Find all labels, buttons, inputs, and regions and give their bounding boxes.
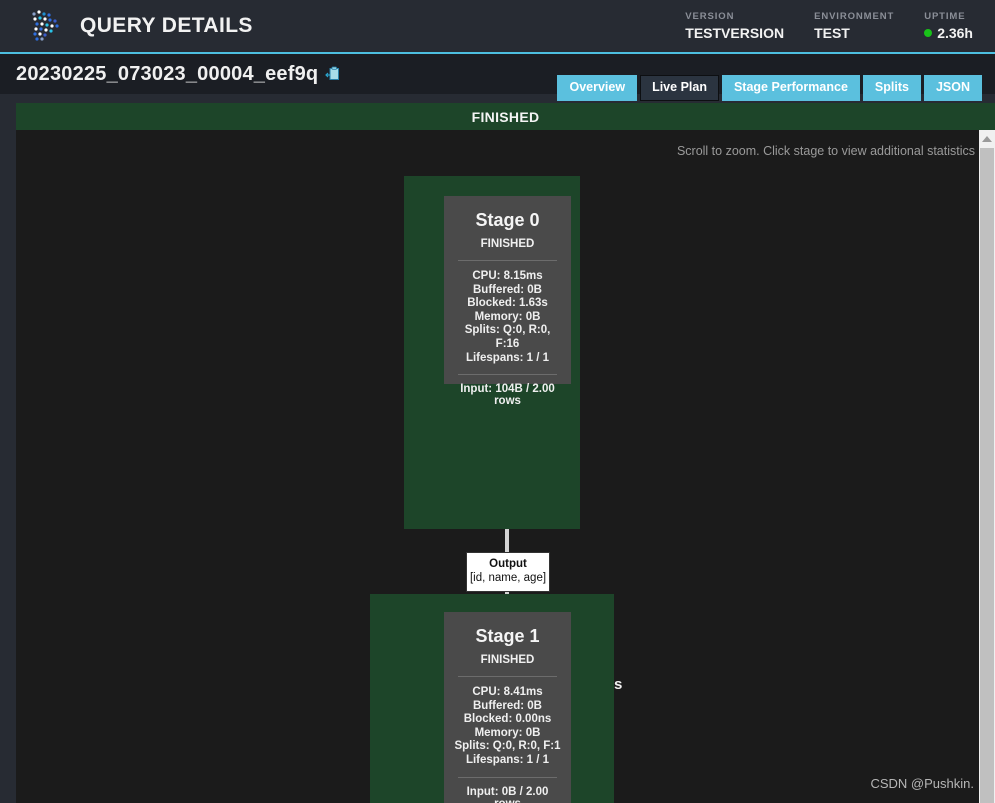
stage-0-metric-lifespans: Lifespans: 1 / 1: [465, 351, 550, 364]
stage-0-metric-splits: Splits: Q:0, R:0, F:16: [464, 324, 551, 350]
stage-1-title: Stage 1: [475, 626, 540, 646]
stage-card-1[interactable]: Stage 1 FINISHED CPU: 8.41ms Buffered: 0…: [444, 612, 571, 803]
scrollbar-thumb[interactable]: [980, 148, 994, 803]
stage-0-metric-memory: Memory: 0B: [474, 310, 541, 323]
stat-environment-value: TEST: [814, 25, 850, 41]
query-status-bar: FINISHED: [16, 103, 995, 130]
app-title: QUERY DETAILS: [80, 14, 253, 37]
stage-card-0[interactable]: Stage 0 FINISHED CPU: 8.15ms Buffered: 0…: [444, 196, 571, 407]
stage-1-metric-splits: Splits: Q:0, R:0, F:1: [454, 740, 561, 753]
stage-0-input: Input: 104B / 2.00 rows: [460, 383, 555, 408]
tab-stage-performance[interactable]: Stage Performance: [721, 75, 860, 101]
stage-1-metric-lifespans: Lifespans: 1 / 1: [465, 753, 550, 766]
stat-environment-label: ENVIRONMENT: [814, 11, 895, 22]
stat-uptime-label: UPTIME: [924, 11, 966, 22]
stage-0-metric-cpu: CPU: 8.15ms: [472, 270, 543, 282]
live-plan-canvas[interactable]: Scroll to zoom. Click stage to view addi…: [16, 130, 995, 803]
stage-1-metric-blocked: Blocked: 0.00ns: [463, 713, 552, 726]
stage-1-divider-bottom: [458, 776, 557, 778]
stat-version: VERSION TESTVERSION: [685, 11, 784, 41]
stat-uptime-value: 2.36h: [924, 25, 973, 41]
tab-json[interactable]: JSON: [923, 75, 982, 101]
stage-1-metric-memory: Memory: 0B: [474, 726, 541, 739]
stage-1-metric-buffered: Buffered: 0B: [472, 699, 542, 712]
tab-overview[interactable]: Overview: [557, 75, 638, 101]
stage-0-divider-top: [458, 260, 557, 261]
stat-version-value: TESTVERSION: [685, 25, 785, 41]
top-navbar: QUERY DETAILS VERSION TESTVERSION ENVIRO…: [0, 0, 995, 54]
vertical-scrollbar[interactable]: [979, 130, 995, 803]
stage-0-metric-blocked: Blocked: 1.63s: [467, 297, 548, 310]
navbar-stats: VERSION TESTVERSION ENVIRONMENT TEST UPT…: [685, 11, 995, 41]
query-detail-tabs: Overview Live Plan Stage Performance Spl…: [557, 75, 982, 101]
stage-0-divider-bottom: [458, 374, 557, 376]
tab-splits[interactable]: Splits: [862, 75, 921, 101]
scroll-up-arrow-icon[interactable]: [979, 130, 995, 147]
stage-1-state: FINISHED: [480, 654, 535, 666]
operator-node-output[interactable]: Output [id, name, age]: [466, 552, 550, 592]
stage-1-input: Input: 0B / 2.00 rows: [466, 785, 549, 803]
watermark: CSDN @Pushkin.: [870, 776, 974, 791]
left-gutter: [0, 103, 16, 803]
stat-uptime: UPTIME 2.36h: [924, 11, 973, 41]
stage-0-state: FINISHED: [480, 238, 535, 250]
query-id: 20230225_073023_00004_eef9q: [16, 62, 319, 85]
stage-1-metric-cpu: CPU: 8.41ms: [472, 686, 543, 698]
stat-environment: ENVIRONMENT TEST: [814, 11, 894, 41]
uptime-status-dot-icon: [924, 29, 933, 37]
operator-output-columns: [id, name, age]: [469, 572, 547, 584]
stage-0-title: Stage 0: [475, 210, 540, 230]
stat-uptime-text: 2.36h: [937, 25, 973, 41]
tab-live-plan[interactable]: Live Plan: [640, 75, 719, 101]
presto-dots-logo-icon: [26, 6, 66, 46]
clipboard-copy-icon[interactable]: [325, 66, 341, 82]
brand[interactable]: QUERY DETAILS: [0, 6, 253, 46]
stage-0-metric-buffered: Buffered: 0B: [472, 283, 542, 296]
operator-output-name: Output: [489, 558, 527, 570]
stage-1-divider-top: [458, 676, 557, 677]
stat-version-label: VERSION: [685, 11, 735, 22]
